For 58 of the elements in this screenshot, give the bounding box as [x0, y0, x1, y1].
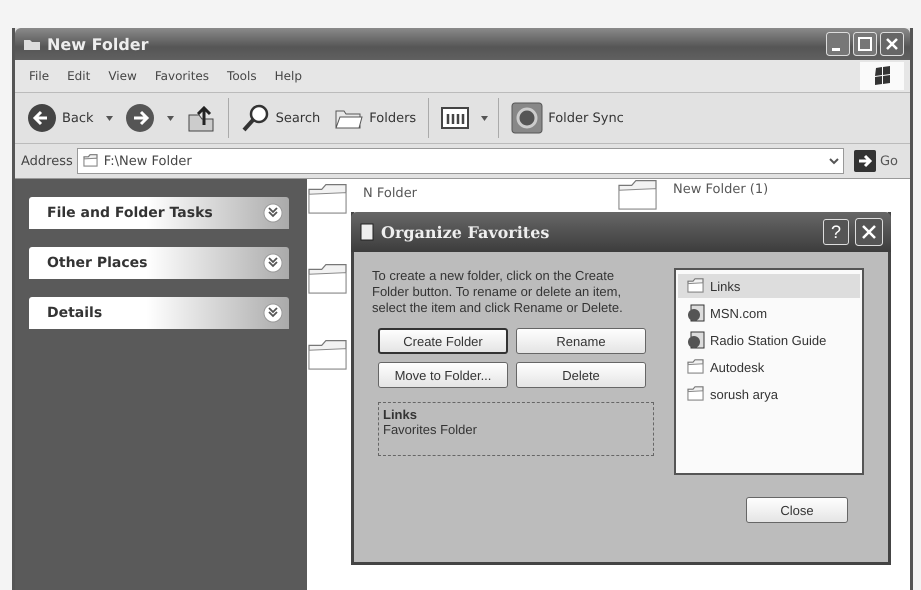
menu-item[interactable]: Favorites	[154, 67, 210, 85]
window-title: New Folder	[47, 34, 150, 54]
dialog-button[interactable]: Rename	[516, 328, 646, 354]
folder-name[interactable]: N Folder	[363, 186, 418, 201]
up-folder-icon	[186, 103, 216, 133]
expand-chevron-icon[interactable]	[263, 203, 283, 223]
task-pane-header[interactable]: File and Folder Tasks	[29, 197, 289, 229]
address-field[interactable]: F:\New Folder	[76, 148, 844, 174]
item-type: Favorites Folder	[383, 422, 477, 437]
back-button[interactable]: Back	[25, 101, 96, 135]
close-icon[interactable]	[855, 218, 883, 246]
views-icon	[441, 106, 470, 130]
dialog-button[interactable]: Create Folder	[378, 328, 508, 354]
list-item[interactable]: MSN.com	[678, 301, 860, 325]
expand-chevron-icon[interactable]	[263, 253, 283, 273]
document-icon	[359, 223, 375, 241]
folder-icon	[23, 37, 41, 51]
windows-logo-icon	[860, 62, 904, 90]
dialog-button[interactable]: Move to Folder...	[378, 362, 508, 388]
dropdown-arrow-icon[interactable]	[481, 116, 488, 120]
folder-name[interactable]: New Folder (1)	[673, 182, 768, 197]
dialog-button[interactable]: Delete	[516, 362, 646, 388]
task-pane-header[interactable]: Other Places	[29, 247, 289, 279]
expand-chevron-icon[interactable]	[263, 303, 283, 323]
folder-icon	[686, 386, 706, 402]
menu-item[interactable]: Help	[274, 67, 302, 85]
web-page-icon	[686, 303, 706, 323]
task-pane-header[interactable]: Details	[29, 297, 289, 329]
folder-icon	[686, 359, 706, 375]
search-button[interactable]: Search	[238, 101, 322, 135]
minimize-icon[interactable]	[826, 32, 850, 56]
go-button[interactable]: Go	[848, 149, 904, 173]
dialog-title: Organize Favorites	[381, 222, 550, 242]
web-page-icon	[686, 330, 706, 350]
sync-icon	[511, 102, 544, 134]
views-button[interactable]	[439, 104, 472, 132]
menu-item[interactable]: Edit	[67, 67, 90, 85]
close-button[interactable]: Close	[746, 497, 848, 523]
list-item[interactable]: Links	[678, 274, 860, 298]
folders-button[interactable]: Folders	[332, 103, 418, 133]
menu-item[interactable]: View	[108, 67, 137, 85]
menu-item[interactable]: Tools	[227, 67, 257, 85]
list-item[interactable]: sorush arya	[678, 382, 860, 406]
folder-icon	[686, 278, 706, 294]
list-item[interactable]: Radio Station Guide	[678, 328, 860, 352]
list-item[interactable]: Autodesk	[678, 355, 860, 379]
close-icon[interactable]	[880, 32, 904, 56]
instructions-text: To create a new folder, click on the Create Folder button. To rename or delete an item, select the item and click Rename or Delete.	[372, 268, 624, 316]
search-icon	[240, 103, 271, 133]
folder-icon	[82, 154, 100, 168]
dropdown-arrow-icon[interactable]	[166, 116, 174, 120]
help-button[interactable]: ?	[823, 219, 849, 245]
item-name: Links	[383, 407, 418, 422]
dropdown-arrow-icon[interactable]	[106, 116, 113, 120]
sync-button[interactable]: Folder Sync	[509, 100, 626, 136]
maximize-icon[interactable]	[853, 32, 877, 56]
address-label: Address	[21, 154, 73, 168]
menu-item[interactable]: File	[29, 67, 50, 85]
